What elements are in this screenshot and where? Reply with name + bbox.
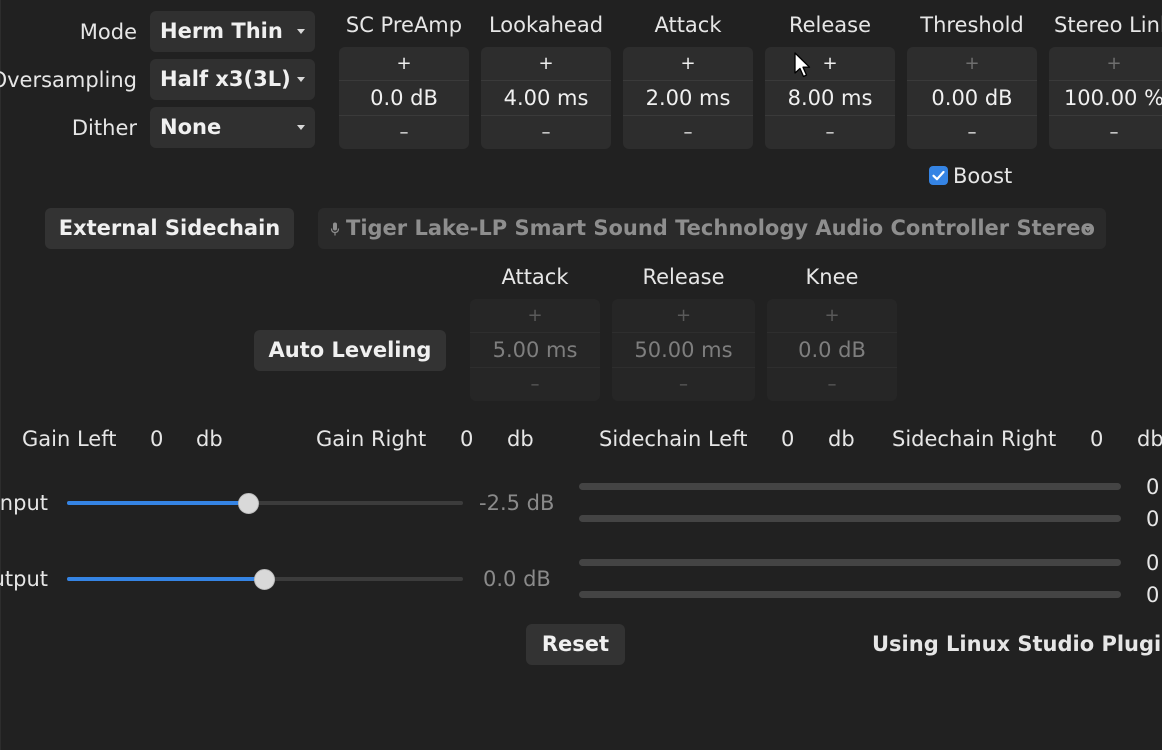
output-label: Output (0, 567, 48, 591)
stereo-link-label: Stereo Link (1054, 13, 1162, 37)
output-slider-fill (67, 577, 265, 581)
sidechain-right-value: 0 (1090, 427, 1104, 451)
sidechain-device-dropdown[interactable]: Tiger Lake-LP Smart Sound Technology Aud… (318, 208, 1106, 249)
attack-value[interactable]: 2.00 ms (623, 81, 753, 115)
status-text: Using Linux Studio Plugins (872, 632, 1162, 656)
release-label: Release (788, 13, 872, 37)
lookahead-spinner: + 4.00 ms – (481, 47, 611, 149)
increment-button[interactable]: + (767, 299, 897, 333)
mode-dropdown[interactable]: Herm Thin (150, 11, 315, 52)
al-attack-spinner: + 5.00 ms – (470, 299, 600, 401)
output-meter-left (579, 559, 1121, 566)
increment-button[interactable]: + (481, 47, 611, 81)
oversampling-dropdown[interactable]: Half x3(3L) (150, 59, 315, 100)
sidechain-right-unit: db (1137, 427, 1162, 451)
input-slider-handle[interactable] (238, 493, 259, 514)
decrement-button[interactable]: – (470, 367, 600, 401)
gain-left-value: 0 (150, 427, 164, 451)
lookahead-label: Lookahead (488, 13, 604, 37)
increment-button[interactable]: + (612, 299, 755, 333)
sc-preamp-spinner: + 0.0 dB – (339, 47, 469, 149)
decrement-button[interactable]: – (623, 115, 753, 149)
input-meter-right (579, 515, 1121, 522)
stereo-link-spinner: + 100.00 % – (1049, 47, 1162, 149)
input-meter-right-value: 0 (1146, 507, 1160, 531)
al-knee-label: Knee (805, 265, 859, 289)
attack-spinner: + 2.00 ms – (623, 47, 753, 149)
checkmark-icon (932, 170, 945, 181)
threshold-value[interactable]: 0.00 dB (907, 81, 1037, 115)
dither-label: Dither (71, 116, 137, 140)
gain-right-unit: db (507, 427, 534, 451)
boost-label: Boost (953, 164, 1013, 188)
sidechain-left-value: 0 (781, 427, 795, 451)
plugin-window: Mode Herm Thin Oversampling Half x3(3L) … (0, 0, 1162, 750)
sidechain-left-unit: db (828, 427, 855, 451)
boost-checkbox[interactable] (929, 166, 948, 185)
input-meter-left-value: 0 (1146, 475, 1160, 499)
mouse-cursor-icon (794, 52, 811, 78)
sc-preamp-value[interactable]: 0.0 dB (339, 81, 469, 115)
stereo-link-value[interactable]: 100.00 % (1049, 81, 1162, 115)
output-meter-right (579, 591, 1121, 598)
increment-button[interactable]: + (470, 299, 600, 333)
threshold-label: Threshold (920, 13, 1024, 37)
al-release-spinner: + 50.00 ms – (612, 299, 755, 401)
mode-value: Herm Thin (160, 19, 283, 43)
auto-leveling-button[interactable]: Auto Leveling (254, 330, 446, 371)
mode-label: Mode (79, 20, 137, 44)
threshold-spinner: + 0.00 dB – (907, 47, 1037, 149)
input-meter-left (579, 483, 1121, 490)
lookahead-value[interactable]: 4.00 ms (481, 81, 611, 115)
dither-value: None (160, 115, 222, 139)
output-value: 0.0 dB (483, 567, 551, 591)
al-release-label: Release (642, 265, 725, 289)
gain-right-label: Gain Right (316, 427, 427, 451)
chevron-down-icon (1084, 227, 1092, 232)
sidechain-left-label: Sidechain Left (599, 427, 748, 451)
decrement-button[interactable]: – (481, 115, 611, 149)
increment-button[interactable]: + (765, 47, 895, 81)
reset-button[interactable]: Reset (526, 624, 625, 665)
increment-button[interactable]: + (907, 47, 1037, 81)
external-sidechain-button[interactable]: External Sidechain (45, 208, 294, 249)
attack-label: Attack (654, 13, 722, 37)
microphone-icon (330, 222, 340, 236)
sidechain-right-label: Sidechain Right (892, 427, 1057, 451)
al-attack-label: Attack (501, 265, 569, 289)
decrement-button[interactable]: – (612, 367, 755, 401)
release-value[interactable]: 8.00 ms (765, 81, 895, 115)
increment-button[interactable]: + (623, 47, 753, 81)
decrement-button[interactable]: – (907, 115, 1037, 149)
sidechain-device-value: Tiger Lake-LP Smart Sound Technology Aud… (346, 216, 1095, 240)
al-knee-spinner: + 0.0 dB – (767, 299, 897, 401)
sc-preamp-label: SC PreAmp (345, 13, 463, 37)
output-slider-handle[interactable] (254, 569, 275, 590)
decrement-button[interactable]: – (765, 115, 895, 149)
input-value: -2.5 dB (479, 491, 555, 515)
output-meter-left-value: 0 (1146, 551, 1160, 575)
chevron-down-icon (297, 29, 305, 34)
decrement-button[interactable]: – (767, 367, 897, 401)
oversampling-label: Oversampling (0, 68, 137, 92)
chevron-down-icon (297, 125, 305, 130)
decrement-button[interactable]: – (1049, 115, 1162, 149)
output-meter-right-value: 0 (1146, 583, 1160, 607)
al-attack-value[interactable]: 5.00 ms (470, 333, 600, 367)
oversampling-value: Half x3(3L) (160, 67, 291, 91)
increment-button[interactable]: + (1049, 47, 1162, 81)
increment-button[interactable]: + (339, 47, 469, 81)
decrement-button[interactable]: – (339, 115, 469, 149)
al-knee-value[interactable]: 0.0 dB (767, 333, 897, 367)
gain-left-label: Gain Left (22, 427, 117, 451)
release-spinner: + 8.00 ms – (765, 47, 895, 149)
input-label: Input (0, 491, 48, 515)
gain-right-value: 0 (460, 427, 474, 451)
gain-left-unit: db (196, 427, 223, 451)
input-slider-fill (67, 501, 249, 505)
dither-dropdown[interactable]: None (150, 107, 315, 148)
chevron-down-icon (297, 77, 305, 82)
al-release-value[interactable]: 50.00 ms (612, 333, 755, 367)
